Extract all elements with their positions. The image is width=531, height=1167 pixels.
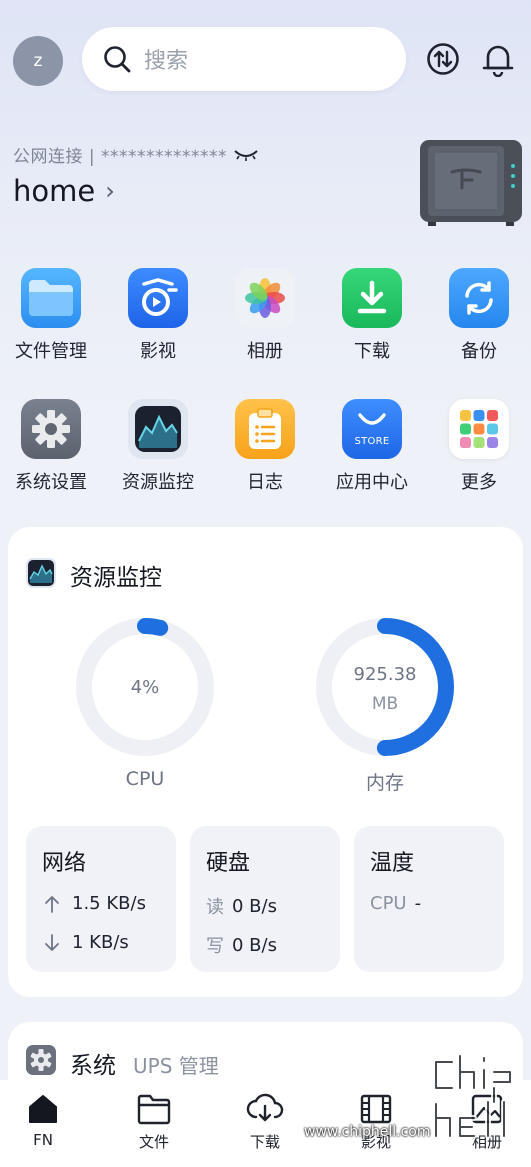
disk-write-row: 写 0 B/s xyxy=(206,932,277,958)
tab-video[interactable]: 影视 xyxy=(323,1093,429,1152)
bell-icon xyxy=(482,45,514,77)
more-grid-icon xyxy=(449,399,509,459)
gear-icon xyxy=(26,1045,56,1075)
network-download-value: 1 KB/s xyxy=(72,932,129,953)
temperature-cpu-value: - xyxy=(414,893,422,914)
app-label: 资源监控 xyxy=(122,472,194,493)
system-card-title: 系统 xyxy=(70,1053,116,1079)
disk-write-label: 写 xyxy=(206,936,224,957)
arrow-down-icon xyxy=(45,933,59,951)
photos-icon xyxy=(235,268,295,328)
monitor-card-title: 资源监控 xyxy=(70,565,162,591)
network-upload-row: 1.5 KB/s xyxy=(42,893,146,914)
network-download-row: 1 KB/s xyxy=(42,932,129,953)
memory-label: 内存 xyxy=(365,772,404,794)
tab-download[interactable]: 下载 xyxy=(212,1093,318,1152)
home-icon xyxy=(29,1095,57,1123)
film-icon xyxy=(360,1094,392,1124)
memory-value: 925.38 xyxy=(353,664,417,685)
disk-read-row: 读 0 B/s xyxy=(206,893,277,919)
transfer-button[interactable] xyxy=(425,41,461,77)
search-bar[interactable]: 搜索 xyxy=(82,27,406,91)
download-icon xyxy=(342,268,402,328)
monitor-icon xyxy=(26,558,56,588)
chevron-right-icon: › xyxy=(105,177,115,205)
app-photos[interactable]: 相册 xyxy=(212,268,318,363)
monitor-icon xyxy=(128,399,188,459)
notification-button[interactable] xyxy=(480,41,516,77)
memory-unit: MB xyxy=(371,694,399,714)
app-label: 日志 xyxy=(247,472,283,493)
disk-write-value: 0 B/s xyxy=(232,934,277,956)
nas-device-image xyxy=(420,140,522,226)
app-label: 文件管理 xyxy=(15,341,87,362)
device-name-link[interactable]: home › xyxy=(13,174,115,208)
tab-label: 下载 xyxy=(249,1133,280,1151)
app-label: 相册 xyxy=(247,341,283,362)
tab-files[interactable]: 文件 xyxy=(101,1093,207,1152)
chiphell-watermark-logo xyxy=(433,1053,513,1139)
temperature-cpu-row: CPU - xyxy=(370,893,421,914)
temperature-cpu-label: CPU xyxy=(370,893,407,914)
gear-icon xyxy=(21,399,81,459)
app-settings[interactable]: 系统设置 xyxy=(0,399,104,494)
folder-icon xyxy=(21,268,81,328)
app-label: 更多 xyxy=(461,472,497,493)
tab-label: FN xyxy=(33,1131,53,1149)
temperature-title: 温度 xyxy=(370,851,415,876)
app-label: 系统设置 xyxy=(15,472,87,493)
app-label: 下载 xyxy=(354,341,390,362)
app-label: 备份 xyxy=(461,341,497,362)
network-title: 网络 xyxy=(42,851,87,876)
eye-closed-icon[interactable] xyxy=(233,147,259,163)
search-placeholder: 搜索 xyxy=(144,49,189,74)
search-icon xyxy=(104,46,131,73)
app-log[interactable]: 日志 xyxy=(212,399,318,494)
store-icon-text: STORE xyxy=(354,436,390,447)
store-icon: STORE xyxy=(342,399,402,459)
disk-title: 硬盘 xyxy=(206,851,251,876)
app-file-manager[interactable]: 文件管理 xyxy=(0,268,104,363)
user-avatar[interactable]: z xyxy=(13,36,63,86)
cpu-label: CPU xyxy=(125,768,165,790)
app-download[interactable]: 下载 xyxy=(319,268,425,363)
app-store[interactable]: STORE 应用中心 xyxy=(319,399,425,494)
app-label: 影视 xyxy=(140,341,176,362)
transfer-icon xyxy=(427,43,459,75)
network-upload-value: 1.5 KB/s xyxy=(72,893,146,914)
app-label: 应用中心 xyxy=(336,472,408,493)
log-icon xyxy=(235,399,295,459)
video-icon xyxy=(128,268,188,328)
app-video[interactable]: 影视 xyxy=(105,268,211,363)
cloud-download-icon xyxy=(246,1093,284,1122)
app-more[interactable]: 更多 xyxy=(426,399,531,494)
connection-status: 公网连接 | ************** xyxy=(13,147,228,167)
watermark-text: www.chiphell.com xyxy=(304,1124,431,1140)
disk-read-label: 读 xyxy=(206,897,224,918)
backup-icon xyxy=(449,268,509,328)
tab-fn[interactable]: FN xyxy=(0,1093,96,1149)
disk-read-value: 0 B/s xyxy=(232,895,277,917)
ups-link[interactable]: UPS 管理 xyxy=(133,1050,219,1079)
arrow-up-icon xyxy=(45,895,59,913)
folder-outline-icon xyxy=(137,1094,171,1125)
memory-gauge xyxy=(316,618,454,756)
device-name: home xyxy=(13,174,96,208)
cpu-value: 4% xyxy=(130,677,160,698)
tab-label: 文件 xyxy=(138,1133,169,1151)
app-resource-monitor[interactable]: 资源监控 xyxy=(105,399,211,494)
app-backup[interactable]: 备份 xyxy=(426,268,531,363)
